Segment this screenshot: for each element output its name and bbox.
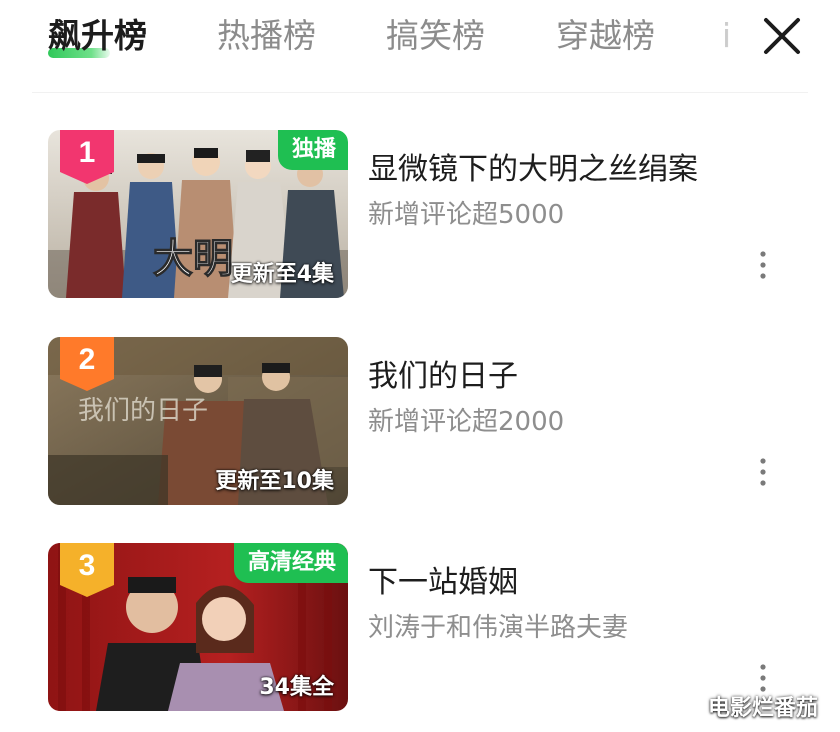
list-item[interactable]: 3 高清经典 34集全 下一站婚姻 刘涛于和伟演半路夫妻 (0, 543, 840, 713)
episode-status: 更新至4集 (230, 262, 334, 287)
more-vertical-icon (760, 251, 766, 279)
rank-number: 3 (78, 549, 96, 582)
tab-time-travel[interactable]: 穿越榜 (556, 12, 655, 60)
list-item[interactable]: 大明 1 独播 更新至4集 显微镜下的大明之丝绢案 新增评论超5000 (0, 130, 840, 300)
ranking-tab-bar: 飙升榜 热播榜 搞笑榜 穿越榜 i (0, 0, 840, 88)
more-vertical-icon (760, 458, 766, 486)
show-title[interactable]: 显微镜下的大明之丝绢案 (368, 144, 698, 188)
rank-number: 2 (78, 343, 96, 376)
tab-comedy[interactable]: 搞笑榜 (386, 12, 485, 60)
exclusive-badge: 独播 (277, 130, 348, 170)
hd-classic-badge: 高清经典 (233, 543, 348, 583)
tab-fade (706, 0, 742, 88)
more-options-button[interactable] (752, 248, 774, 282)
list-item[interactable]: 我们的日子 2 更新至10集 我们的日子 新增评论超2000 (0, 337, 840, 507)
poster-thumbnail[interactable]: 我们的日子 2 更新至10集 (48, 337, 348, 505)
tab-hot[interactable]: 热播榜 (217, 12, 316, 60)
close-button[interactable] (760, 14, 804, 58)
show-subtitle: 刘涛于和伟演半路夫妻 (368, 613, 629, 643)
show-subtitle: 新增评论超5000 (368, 200, 565, 230)
watermark: 电影烂番茄 (708, 696, 819, 721)
rank-badge: 1 (60, 130, 114, 184)
rank-number: 1 (78, 136, 96, 169)
more-options-button[interactable] (752, 455, 774, 489)
poster-text: 大明 (153, 236, 233, 282)
episode-status: 更新至10集 (215, 469, 334, 494)
episode-status: 34集全 (259, 675, 334, 700)
show-subtitle: 新增评论超2000 (368, 407, 565, 437)
poster-text: 我们的日子 (78, 396, 208, 426)
poster-thumbnail[interactable]: 大明 1 独播 更新至4集 (48, 130, 348, 298)
tab-scroller[interactable]: 飙升榜 热播榜 搞笑榜 穿越榜 i (0, 0, 742, 88)
ranking-page: 飙升榜 热播榜 搞笑榜 穿越榜 i (0, 0, 840, 732)
rank-badge: 3 (60, 543, 114, 597)
poster-thumbnail[interactable]: 3 高清经典 34集全 (48, 543, 348, 711)
rank-badge: 2 (60, 337, 114, 391)
show-title[interactable]: 我们的日子 (368, 351, 518, 395)
close-icon (764, 18, 800, 54)
tab-rising[interactable]: 飙升榜 (48, 12, 147, 60)
tab-divider (32, 92, 808, 93)
show-title[interactable]: 下一站婚姻 (368, 557, 518, 601)
